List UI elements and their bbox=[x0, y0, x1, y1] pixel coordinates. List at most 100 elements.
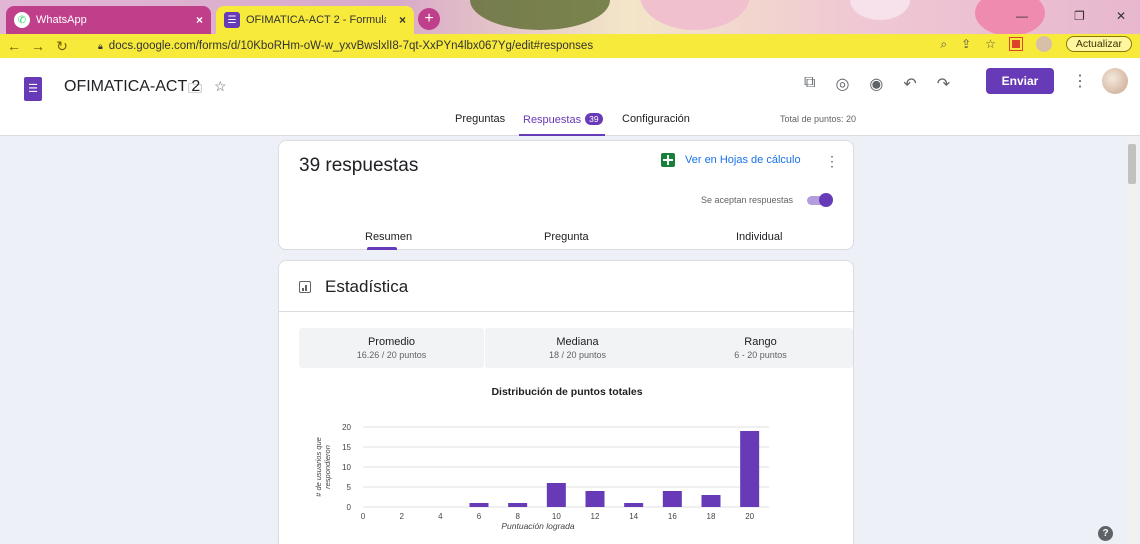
y-tick-label: 5 bbox=[347, 483, 352, 492]
scrollbar-thumb[interactable] bbox=[1128, 144, 1136, 184]
y-axis-label: # de usuarios querespondieron bbox=[314, 437, 332, 497]
subtab-summary[interactable]: Resumen bbox=[365, 231, 412, 243]
responses-card: 39 respuestas Ver en Hojas de cálculo ⋮ … bbox=[278, 140, 854, 250]
score-distribution-chart: 0 5 10 15 20 0 2 4 6 8 10 12 14 16 18 20 Puntuación logr… bbox=[314, 423, 769, 531]
x-tick-label: 14 bbox=[629, 512, 638, 521]
share-icon[interactable]: ⇪ bbox=[961, 37, 971, 51]
statistics-card: Estadística Promedio 16.26 / 20 puntos M… bbox=[278, 260, 855, 544]
more-options-icon[interactable]: ⋮ bbox=[1072, 71, 1088, 91]
star-icon[interactable]: ☆ bbox=[214, 78, 227, 102]
stat-value: 6 - 20 puntos bbox=[734, 350, 787, 360]
avatar[interactable] bbox=[1102, 68, 1128, 94]
scrollbar-track[interactable] bbox=[1126, 137, 1138, 544]
insights-chart-icon bbox=[299, 281, 311, 293]
total-points: Total de puntos: 20 bbox=[780, 114, 857, 124]
view-in-sheets-label: Ver en Hojas de cálculo bbox=[685, 154, 801, 166]
zoom-search-icon[interactable]: ⌕ bbox=[940, 37, 947, 52]
reload-icon[interactable]: ↻ bbox=[52, 38, 72, 55]
histogram-bar bbox=[662, 491, 682, 507]
histogram-bar bbox=[546, 483, 566, 507]
tab-responses-label: Respuestas bbox=[523, 114, 582, 126]
wallpaper-leaf bbox=[470, 0, 610, 30]
accepting-responses-toggle[interactable] bbox=[807, 193, 835, 207]
active-subtab-indicator bbox=[367, 247, 397, 250]
stat-average: Promedio 16.26 / 20 puntos bbox=[299, 328, 484, 368]
subtab-individual[interactable]: Individual bbox=[736, 231, 782, 243]
histogram-bar bbox=[701, 495, 721, 507]
forms-doc-icon[interactable]: ☰ bbox=[24, 77, 42, 101]
y-tick-label: 10 bbox=[342, 463, 351, 472]
tab-title: WhatsApp bbox=[36, 14, 87, 26]
subtab-question[interactable]: Pregunta bbox=[544, 231, 589, 243]
address-bar-row: ← → ↻ 🔒︎ docs.google.com/forms/d/10KboRH… bbox=[0, 34, 1140, 58]
minimize-icon[interactable]: — bbox=[1016, 9, 1028, 23]
chart-title: Distribución de puntos totales bbox=[491, 386, 643, 398]
palette-icon[interactable]: ◎ bbox=[835, 74, 849, 94]
stat-label: Promedio bbox=[367, 336, 416, 348]
tab-settings[interactable]: Configuración bbox=[622, 113, 690, 125]
histogram-bar bbox=[469, 503, 489, 507]
addon-puzzle-icon[interactable]: ⧉ bbox=[804, 74, 815, 94]
stat-range: Rango 6 - 20 puntos bbox=[668, 328, 853, 368]
close-window-icon[interactable]: ✕ bbox=[1116, 9, 1126, 23]
stat-label: Mediana bbox=[556, 336, 599, 348]
undo-icon[interactable]: ↶ bbox=[903, 74, 916, 94]
profile-icon[interactable] bbox=[1035, 36, 1052, 52]
view-in-sheets-link[interactable]: Ver en Hojas de cálculo bbox=[661, 153, 801, 167]
wallpaper-flower bbox=[850, 0, 910, 20]
extension-icon[interactable] bbox=[1008, 37, 1023, 51]
y-tick-label: 15 bbox=[342, 443, 351, 452]
divider bbox=[279, 311, 855, 312]
histogram-bar bbox=[585, 491, 605, 507]
tab-questions[interactable]: Preguntas bbox=[455, 113, 505, 125]
active-tab-indicator bbox=[519, 134, 605, 136]
tab-whatsapp[interactable]: ✆ WhatsApp × bbox=[6, 6, 211, 34]
tab-responses[interactable]: Respuestas 39 bbox=[523, 113, 603, 126]
x-tick-label: 4 bbox=[438, 512, 443, 521]
more-options-icon[interactable]: ⋮ bbox=[825, 153, 839, 170]
new-tab-button[interactable]: + bbox=[418, 8, 440, 30]
send-button[interactable]: Enviar bbox=[986, 68, 1054, 94]
whatsapp-icon: ✆ bbox=[14, 12, 30, 28]
tab-google-forms[interactable]: ☰ OFIMATICA-ACT 2 - Formularios × bbox=[216, 6, 414, 34]
x-tick-label: 2 bbox=[399, 512, 404, 521]
help-icon[interactable]: ? bbox=[1098, 526, 1113, 541]
wallpaper-flower bbox=[640, 0, 750, 30]
close-tab-icon[interactable]: × bbox=[196, 13, 203, 27]
back-icon[interactable]: ← bbox=[4, 38, 24, 54]
lock-icon: 🔒︎ bbox=[98, 40, 103, 51]
x-tick-label: 10 bbox=[552, 512, 561, 521]
folder-icon[interactable]: 🗀︎ bbox=[188, 78, 202, 102]
google-forms-icon: ☰ bbox=[224, 12, 240, 28]
sheets-icon bbox=[661, 153, 675, 167]
bookmark-star-icon[interactable]: ☆ bbox=[985, 37, 996, 51]
url-text: docs.google.com/forms/d/10KboRHm-oW-w_yx… bbox=[108, 40, 594, 52]
stat-value: 16.26 / 20 puntos bbox=[356, 350, 427, 360]
restore-icon[interactable]: ❐ bbox=[1074, 9, 1085, 23]
x-tick-label: 8 bbox=[515, 512, 520, 521]
x-axis-label: Puntuación lograda bbox=[501, 521, 575, 531]
preview-eye-icon[interactable]: ◉ bbox=[869, 74, 883, 94]
histogram-bar bbox=[508, 503, 528, 507]
statistics-heading: Estadística bbox=[325, 277, 409, 296]
url-bar[interactable]: 🔒︎ docs.google.com/forms/d/10KboRHm-oW-w… bbox=[98, 37, 918, 55]
x-tick-label: 18 bbox=[707, 512, 716, 521]
responses-count-badge: 39 bbox=[585, 113, 603, 125]
y-tick-label: 20 bbox=[342, 423, 351, 432]
form-title[interactable]: OFIMATICA-ACT 2 bbox=[64, 78, 200, 96]
y-tick-label: 0 bbox=[347, 503, 352, 512]
stat-label: Rango bbox=[744, 336, 777, 348]
forms-header: ☰ OFIMATICA-ACT 2 🗀︎ ☆ ⧉ ◎ ◉ ↶ ↷ Enviar … bbox=[0, 58, 1140, 136]
forward-icon[interactable]: → bbox=[28, 38, 48, 54]
update-button[interactable]: Actualizar bbox=[1065, 36, 1132, 52]
close-tab-icon[interactable]: × bbox=[399, 13, 406, 27]
x-tick-label: 12 bbox=[591, 512, 600, 521]
histogram-bar bbox=[624, 503, 644, 507]
wallpaper-flower bbox=[975, 0, 1045, 34]
redo-icon[interactable]: ↷ bbox=[937, 74, 950, 94]
stat-median: Mediana 18 / 20 puntos bbox=[485, 328, 670, 368]
accepting-responses-label: Se aceptan respuestas bbox=[701, 195, 794, 205]
x-tick-label: 20 bbox=[745, 512, 754, 521]
histogram-bar bbox=[740, 431, 760, 507]
tab-title: OFIMATICA-ACT 2 - Formularios bbox=[246, 14, 386, 26]
